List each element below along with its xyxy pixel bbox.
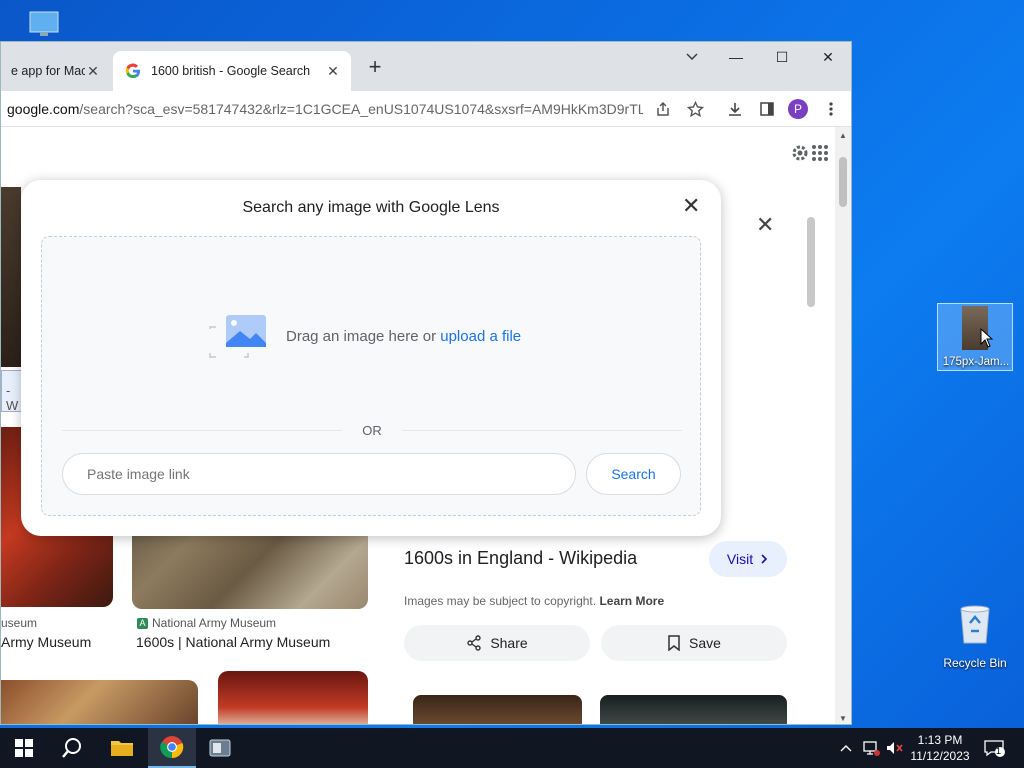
result-image-thumbnail[interactable] [1, 187, 21, 367]
visit-button[interactable]: Visit [709, 541, 787, 577]
window-controls: — ☐ ✕ [713, 42, 851, 72]
drag-text: Drag an image here or [286, 327, 441, 345]
browser-window: e app for Mac ✕ 1600 british - Google Se… [0, 41, 852, 725]
desktop-file-label: 175px-Jam... [942, 356, 1010, 368]
scroll-down-icon[interactable]: ▼ [839, 714, 847, 723]
notification-center-icon[interactable]: 1 [982, 739, 1006, 757]
url-host: google.com [7, 101, 80, 117]
search-results-page: - W useum Army Museum A National Army Mu… [1, 127, 851, 724]
chrome-icon [160, 736, 184, 759]
tab-close-icon[interactable]: ✕ [325, 63, 341, 80]
drop-text-wrapper: Drag an image here or upload a file [286, 328, 521, 345]
clock-time: 1:13 PM [917, 733, 963, 747]
recycle-bin-label: Recycle Bin [943, 656, 1007, 670]
result-title[interactable]: 1600s | National Army Museum [136, 634, 330, 650]
result-source: useum [1, 616, 38, 630]
share-label: Share [490, 635, 528, 651]
desktop-image-file[interactable]: 175px-Jam... [937, 303, 1013, 371]
or-divider: OR [62, 421, 682, 441]
save-button[interactable]: Save [601, 625, 787, 661]
image-link-input[interactable] [62, 453, 576, 495]
app-window-icon [209, 739, 231, 757]
result-image-thumbnail[interactable] [1, 680, 198, 724]
clock-date: 11/12/2023 [910, 749, 970, 763]
page-scrollbar[interactable]: ▲ ▼ [835, 127, 851, 724]
volume-muted-icon[interactable] [884, 739, 904, 757]
result-selected-label[interactable]: - W [1, 370, 23, 413]
tab-strip: e app for Mac ✕ 1600 british - Google Se… [1, 42, 851, 91]
copyright-note: Images may be subject to copyright. Lear… [404, 594, 664, 608]
scroll-up-icon[interactable]: ▲ [839, 131, 847, 140]
recycle-bin-icon [960, 605, 990, 644]
source-favicon-icon: A [137, 617, 148, 629]
recycle-bin[interactable]: Recycle Bin [940, 603, 1010, 670]
tab-search-chevron-icon[interactable] [683, 48, 701, 66]
new-tab-icon[interactable]: + [365, 56, 385, 78]
result-source: A National Army Museum [137, 616, 276, 630]
desktop-computer-icon[interactable] [28, 10, 62, 40]
related-image-thumbnail[interactable] [413, 695, 582, 724]
download-icon[interactable] [725, 99, 745, 119]
copyright-text: Images may be subject to copyright. [404, 594, 597, 608]
tab-close-icon[interactable]: ✕ [85, 63, 101, 80]
more-menu-icon[interactable] [821, 99, 841, 119]
file-explorer-button[interactable] [98, 728, 146, 768]
image-drop-zone[interactable]: Drag an image here or upload a file OR S… [41, 236, 701, 516]
search-icon [62, 738, 81, 758]
google-lens-dialog: Search any image with Google Lens ✕ Drag… [21, 180, 721, 536]
image-placeholder-icon [209, 315, 266, 358]
chevron-right-icon [761, 554, 768, 564]
folder-icon [111, 741, 133, 756]
notification-count: 1 [996, 746, 1002, 756]
maximize-icon[interactable]: ☐ [759, 42, 805, 72]
lens-dialog-title: Search any image with Google Lens [242, 199, 500, 216]
tray-chevron-up-icon[interactable] [838, 739, 854, 757]
chrome-taskbar-button[interactable] [148, 728, 196, 768]
share-button[interactable]: Share [404, 625, 590, 661]
start-button[interactable] [0, 728, 48, 768]
related-image-thumbnail[interactable] [600, 695, 787, 724]
side-panel-icon[interactable] [757, 99, 777, 119]
clock[interactable]: 1:13 PM 11/12/2023 [910, 732, 970, 764]
share-icon [467, 635, 482, 651]
panel-page-title[interactable]: 1600s in England - Wikipedia [404, 548, 637, 569]
tab-title: 1600 british - Google Search [151, 64, 311, 78]
minimize-icon[interactable]: — [713, 42, 759, 72]
settings-and-apps-icons [790, 142, 830, 169]
windows-logo-icon [15, 739, 33, 757]
result-image-thumbnail[interactable] [218, 671, 368, 724]
or-label: OR [362, 423, 382, 438]
visit-label: Visit [726, 551, 754, 567]
bookmark-star-icon[interactable] [685, 99, 705, 119]
upload-file-link[interactable]: upload a file [440, 328, 521, 345]
drop-prompt: Drag an image here or upload a file [208, 313, 521, 359]
tab-active[interactable]: 1600 british - Google Search ✕ [113, 51, 351, 91]
lens-search-button[interactable]: Search [586, 453, 681, 495]
panel-scrollbar[interactable] [804, 207, 818, 724]
url-path: /search?sca_esv=581747432&rlz=1C1GCEA_en… [79, 101, 643, 117]
mouse-cursor-icon [980, 327, 994, 353]
result-title[interactable]: Army Museum [1, 634, 91, 650]
learn-more-link[interactable]: Learn More [599, 594, 664, 608]
panel-close-icon[interactable]: ✕ [756, 212, 774, 238]
save-label: Save [689, 635, 721, 651]
gear-icon [792, 145, 808, 161]
taskbar-search-button[interactable] [48, 728, 96, 768]
bookmark-icon [668, 635, 680, 651]
app-taskbar-button[interactable] [196, 728, 244, 768]
share-page-icon[interactable] [653, 99, 673, 119]
google-favicon-icon [125, 63, 140, 79]
tab-inactive[interactable]: e app for Mac ✕ [1, 51, 111, 91]
address-toolbar: google.com/search?sca_esv=581747432&rlz=… [1, 91, 851, 127]
profile-avatar[interactable]: P [788, 99, 808, 119]
network-icon[interactable] [862, 739, 880, 757]
result-source-label: National Army Museum [152, 616, 277, 630]
address-bar[interactable]: google.com/search?sca_esv=581747432&rlz=… [7, 101, 643, 117]
close-window-icon[interactable]: ✕ [805, 42, 851, 72]
taskbar: 1:13 PM 11/12/2023 1 [0, 728, 1024, 768]
lens-close-icon[interactable]: ✕ [682, 193, 700, 219]
tab-title: e app for Mac [11, 64, 85, 78]
